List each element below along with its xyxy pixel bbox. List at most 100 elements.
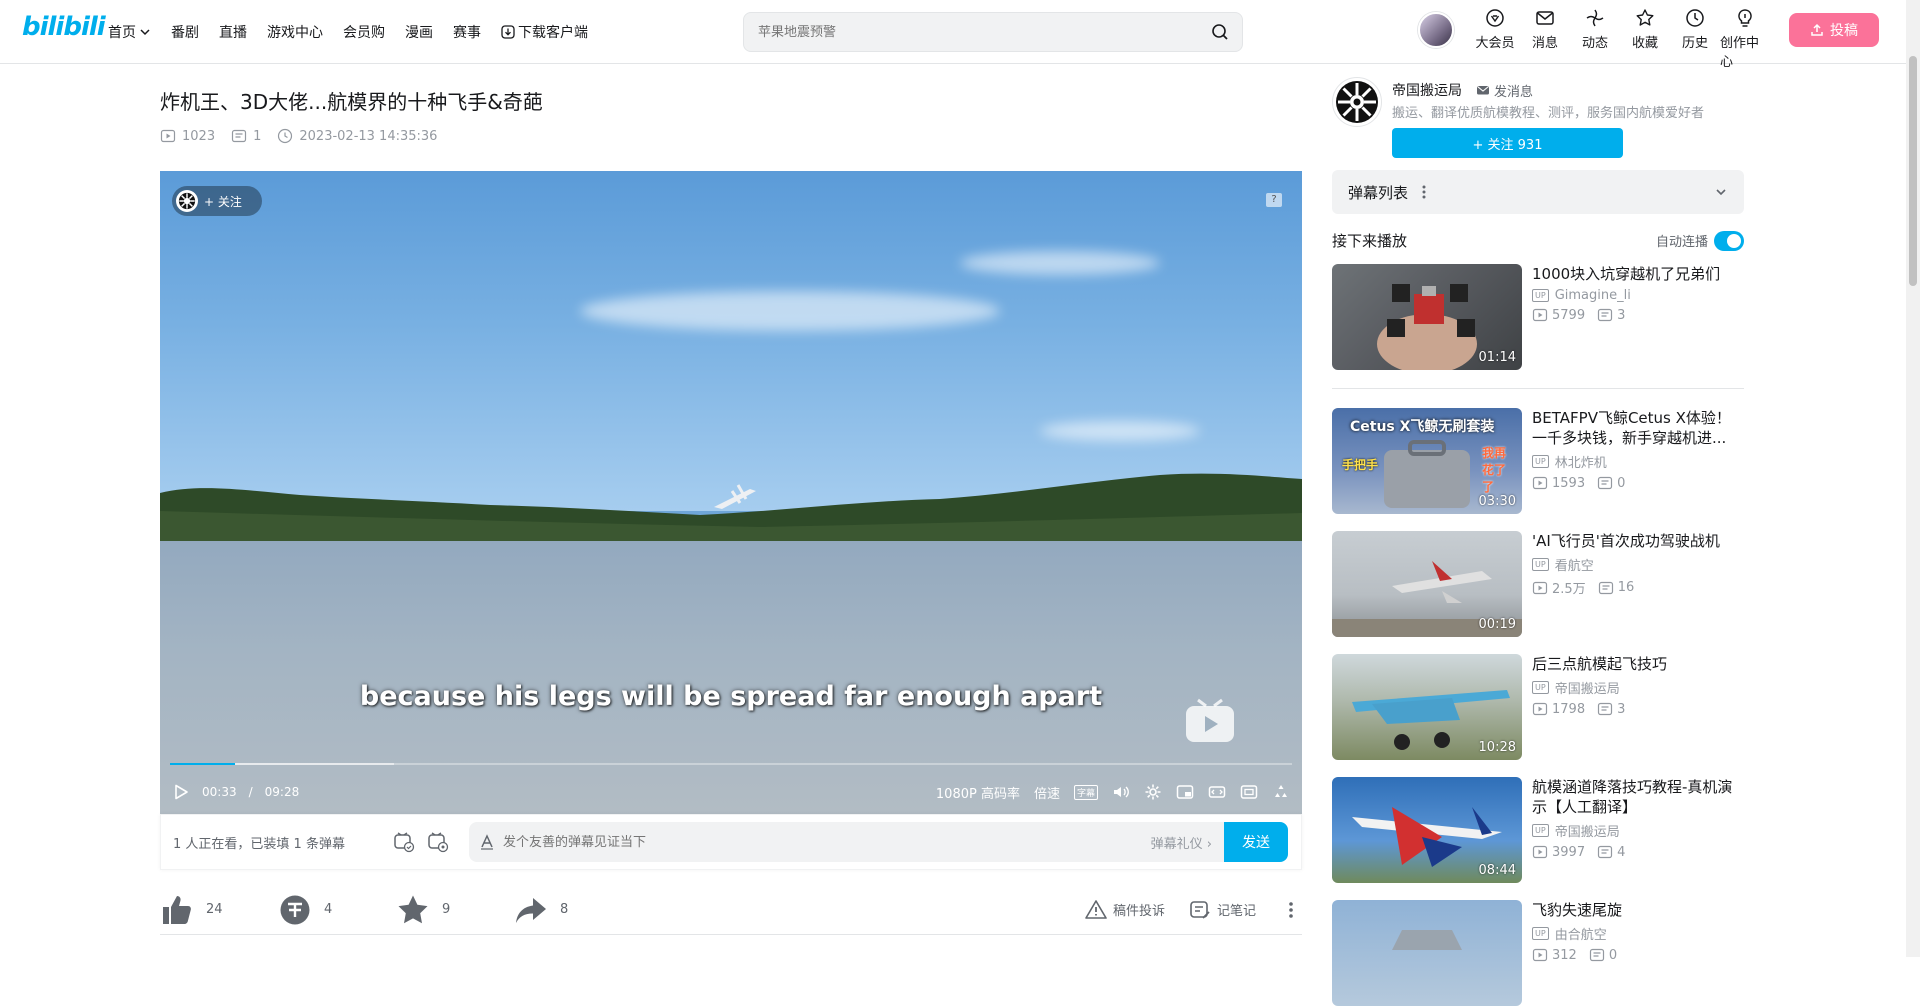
recommendation-item[interactable]: 00:19 'AI飞行员'首次成功驾驶战机 UP 看航空 2.5万 16 <box>1332 531 1744 637</box>
recommendation-item[interactable]: 10:28 后三点航模起飞技巧 UP 帝国搬运局 1798 3 <box>1332 654 1744 760</box>
uploader-name[interactable]: 帝国搬运局 <box>1392 80 1462 100</box>
play-count: 1023 <box>160 128 215 144</box>
note-link[interactable]: 记笔记 <box>1189 899 1256 921</box>
recommendation-title[interactable]: BETAFPV飞鲸Cetus X体验！一千多块钱，新手穿越机进... <box>1532 408 1744 448</box>
recommendation-title[interactable]: 航模涵道降落技巧教程-真机演示【人工翻译】 <box>1532 777 1744 817</box>
bilibili-logo[interactable]: bilibili <box>22 12 106 42</box>
progress-bar[interactable] <box>170 763 1292 765</box>
nav-esports[interactable]: 赛事 <box>453 22 481 42</box>
recommendation-thumbnail[interactable]: 08:44 <box>1332 777 1522 883</box>
widescreen-icon[interactable] <box>1208 783 1226 801</box>
header-favorite[interactable]: 收藏 <box>1620 8 1670 70</box>
speed-button[interactable]: 倍速 <box>1034 783 1060 802</box>
upload-button[interactable]: 投稿 <box>1789 13 1879 47</box>
danmaku-list-panel[interactable]: 弹幕列表 <box>1332 170 1744 214</box>
picture-in-picture-icon[interactable] <box>1176 783 1194 801</box>
scrollbar-thumb[interactable] <box>1909 56 1917 286</box>
header-message[interactable]: 消息 <box>1520 8 1570 70</box>
recommendation-title[interactable]: 1000块入坑穿越机了兄弟们 <box>1532 264 1744 284</box>
danmaku-toggle-icon[interactable] <box>393 831 415 853</box>
header-history[interactable]: 历史 <box>1670 8 1720 70</box>
subtitle-button[interactable]: 字幕 <box>1073 784 1098 800</box>
nav-home[interactable]: 首页 <box>108 22 151 42</box>
recommendation-danmaku: 0 <box>1597 475 1625 491</box>
uploader-avatar[interactable] <box>1332 77 1382 127</box>
nav-anime[interactable]: 番剧 <box>171 22 199 42</box>
recommendation-thumbnail[interactable]: 00:19 <box>1332 531 1522 637</box>
recommendation-uploader[interactable]: UP 帝国搬运局 <box>1532 821 1744 840</box>
danmaku-send-button[interactable]: 发送 <box>1224 822 1288 862</box>
star-icon <box>398 895 428 923</box>
danmaku-input-wrap: 弹幕礼仪 › <box>469 822 1224 862</box>
share-arrow-icon <box>516 897 546 923</box>
recommendation-thumbnail[interactable] <box>1332 900 1522 1006</box>
recommendation-thumbnail[interactable]: 01:14 <box>1332 264 1522 370</box>
play-count-value: 1023 <box>182 128 216 144</box>
danmaku-input[interactable] <box>503 834 1151 850</box>
search-input[interactable] <box>744 24 1202 40</box>
recommendation-uploader[interactable]: UP 由合航空 <box>1532 924 1744 943</box>
video-frame-cloud <box>960 251 1160 275</box>
header-creator[interactable]: 创作中心 <box>1720 8 1770 70</box>
page-scrollbar[interactable] <box>1906 0 1920 957</box>
recommendation-thumbnail[interactable]: 10:28 <box>1332 654 1522 760</box>
more-vertical-icon[interactable] <box>1280 899 1302 921</box>
danmaku-icon <box>231 129 247 143</box>
coin-button[interactable]: 4 <box>278 893 348 927</box>
send-message-link[interactable]: 发消息 <box>1476 81 1533 100</box>
video-player[interactable]: + 关注 ? because his legs will be spread f… <box>160 171 1302 814</box>
recommendation-stats: 1798 3 <box>1532 701 1744 717</box>
volume-icon[interactable] <box>1112 783 1130 801</box>
share-button[interactable]: 8 <box>514 893 584 927</box>
nav-live[interactable]: 直播 <box>219 22 247 42</box>
danmaku-settings-icon[interactable] <box>427 831 449 853</box>
recommendation-danmaku-value: 3 <box>1617 701 1626 717</box>
chevron-down-icon <box>140 29 150 36</box>
recommendation-uploader[interactable]: UP 帝国搬运局 <box>1532 678 1744 697</box>
more-vertical-icon[interactable] <box>1422 185 1426 199</box>
nav-mall[interactable]: 会员购 <box>343 22 385 42</box>
nav-game-center[interactable]: 游戏中心 <box>267 22 323 42</box>
header-icons: 大会员 消息 动态 收藏 历史 创作中心 <box>1470 8 1770 70</box>
help-icon[interactable]: ? <box>1266 193 1282 207</box>
recommendation-title[interactable]: 飞豹失速尾旋 <box>1532 900 1744 920</box>
like-button[interactable]: 24 <box>160 893 230 927</box>
autoplay-toggle[interactable] <box>1714 230 1744 251</box>
recommendation-thumbnail[interactable]: Cetus X飞鲸无刷套装 手把手 我再花了了 03:30 <box>1332 408 1522 514</box>
favorite-count: 9 <box>442 902 451 917</box>
player-follow-chip[interactable]: + 关注 <box>172 186 262 216</box>
nav-download[interactable]: 下载客户端 <box>501 22 588 42</box>
follow-button[interactable]: + 关注 931 <box>1392 128 1623 158</box>
fullscreen-icon[interactable] <box>1272 783 1290 801</box>
chevron-down-icon[interactable] <box>1714 185 1728 199</box>
recommendation-title[interactable]: 后三点航模起飞技巧 <box>1532 654 1744 674</box>
recommendation-item[interactable]: 08:44 航模涵道降落技巧教程-真机演示【人工翻译】 UP 帝国搬运局 3997… <box>1332 777 1744 883</box>
danmaku-etiquette-link[interactable]: 弹幕礼仪 › <box>1151 833 1212 852</box>
recommendation-item[interactable]: 飞豹失速尾旋 UP 由合航空 312 0 <box>1332 900 1744 1006</box>
recommendation-item[interactable]: Cetus X飞鲸无刷套装 手把手 我再花了了 03:30 BETAFPV飞鲸C… <box>1332 408 1744 514</box>
nav-manga[interactable]: 漫画 <box>405 22 433 42</box>
recommendation-item[interactable]: 01:14 1000块入坑穿越机了兄弟们 UP Gimagine_li 5799 … <box>1332 264 1744 389</box>
report-link[interactable]: 稿件投诉 <box>1085 899 1165 921</box>
search-button[interactable] <box>1202 16 1238 48</box>
quality-button[interactable]: 1080P 高码率 <box>936 783 1020 802</box>
recommendation-uploader-name: 帝国搬运局 <box>1554 825 1620 840</box>
recommendation-uploader[interactable]: UP 看航空 <box>1532 555 1744 574</box>
recommendation-uploader[interactable]: UP 林北炸机 <box>1532 452 1744 471</box>
recommendation-uploader[interactable]: UP Gimagine_li <box>1532 288 1744 303</box>
header-vip[interactable]: 大会员 <box>1470 8 1520 70</box>
play-icon[interactable] <box>172 783 190 801</box>
header-dynamic[interactable]: 动态 <box>1570 8 1620 70</box>
progress-fill <box>170 763 236 765</box>
recommendation-plays-value: 2.5万 <box>1552 582 1586 597</box>
user-avatar[interactable] <box>1418 12 1454 48</box>
text-style-icon[interactable] <box>479 834 495 850</box>
recommendation-danmaku: 3 <box>1597 701 1625 717</box>
play-count-icon <box>1532 948 1548 962</box>
recommendation-title[interactable]: 'AI飞行员'首次成功驾驶战机 <box>1532 531 1744 551</box>
web-fullscreen-icon[interactable] <box>1240 783 1258 801</box>
favorite-button[interactable]: 9 <box>396 893 466 927</box>
viewer-count: 1 人正在看，已装填 1 条弹幕 <box>173 836 345 852</box>
settings-gear-icon[interactable] <box>1144 783 1162 801</box>
bilibili-tv-icon[interactable] <box>1182 696 1238 744</box>
